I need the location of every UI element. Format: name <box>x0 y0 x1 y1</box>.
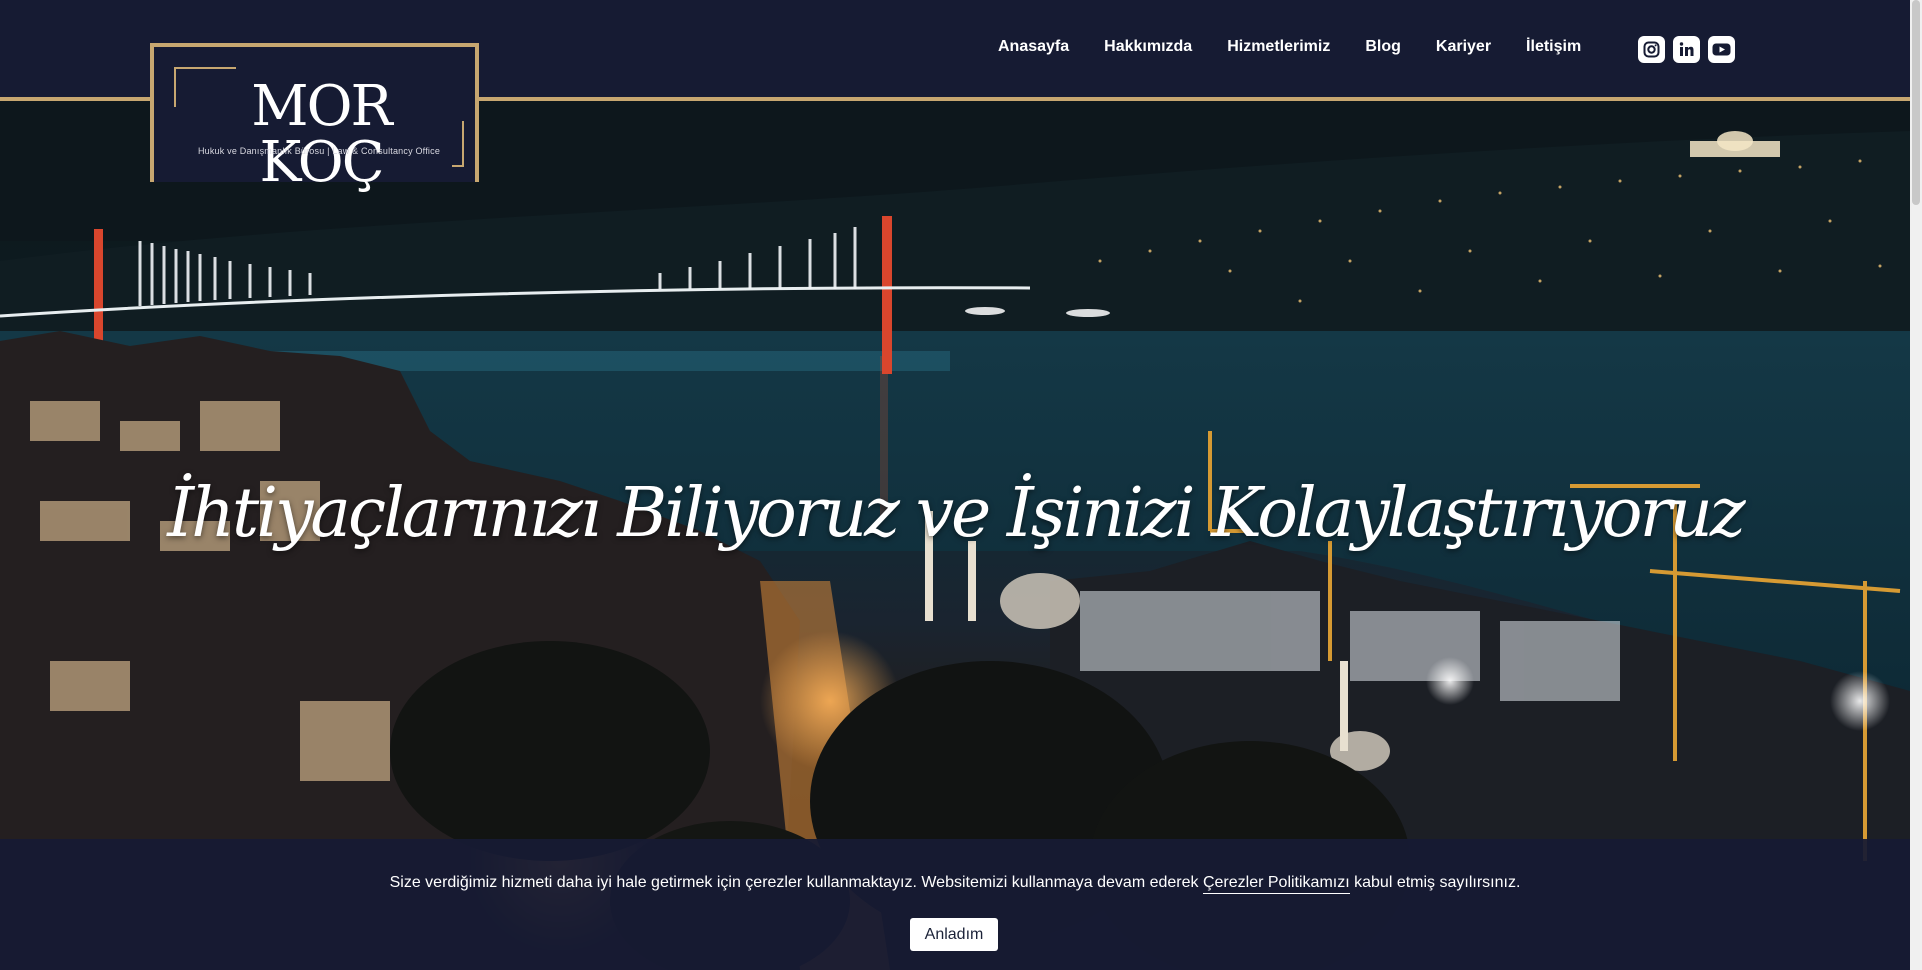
logo-inner: MOR KOÇ Hukuk ve Danışmanlık Bürosu | La… <box>174 67 464 191</box>
nav-blog[interactable]: Blog <box>1365 38 1401 56</box>
hero-title: İhtiyaçlarınızı Biliyoruz ve İşinizi Kol… <box>167 474 1746 553</box>
nav-hakkimizda[interactable]: Hakkımızda <box>1104 38 1192 56</box>
nav-iletisim[interactable]: İletişim <box>1526 38 1581 56</box>
cookie-message: Size verdiğimiz hizmeti daha iyi hale ge… <box>0 874 1910 894</box>
scrollbar-thumb[interactable] <box>1912 0 1920 205</box>
logo-name: MOR KOÇ <box>251 74 392 195</box>
instagram-icon[interactable] <box>1638 36 1665 63</box>
logo-frame-line <box>462 121 464 167</box>
nav-kariyer[interactable]: Kariyer <box>1436 38 1491 56</box>
cookie-policy-link[interactable]: Çerezler Politikamızı <box>1202 874 1350 894</box>
main-nav: Anasayfa Hakkımızda Hizmetlerimiz Blog K… <box>998 38 1581 56</box>
logo-frame-line <box>452 165 464 167</box>
cookie-text-before: Size verdiğimiz hizmeti daha iyi hale ge… <box>389 874 1203 891</box>
logo[interactable]: MOR KOÇ Hukuk ve Danışmanlık Bürosu | La… <box>150 43 479 191</box>
linkedin-icon[interactable] <box>1673 36 1700 63</box>
logo-frame-line <box>174 67 176 107</box>
nav-anasayfa[interactable]: Anasayfa <box>998 38 1069 56</box>
cookie-banner: Size verdiğimiz hizmeti daha iyi hale ge… <box>0 839 1910 970</box>
cookie-accept-button[interactable]: Anladım <box>910 918 998 951</box>
youtube-icon[interactable] <box>1708 36 1735 63</box>
page-scrollbar[interactable] <box>1910 0 1922 970</box>
cookie-text-after: kabul etmiş sayılırsınız. <box>1349 874 1521 891</box>
logo-tagline: Hukuk ve Danışmanlık Bürosu | Law & Cons… <box>197 146 441 156</box>
logo-frame-line <box>174 67 236 69</box>
social-links <box>1638 36 1735 63</box>
nav-hizmetlerimiz[interactable]: Hizmetlerimiz <box>1227 38 1330 56</box>
